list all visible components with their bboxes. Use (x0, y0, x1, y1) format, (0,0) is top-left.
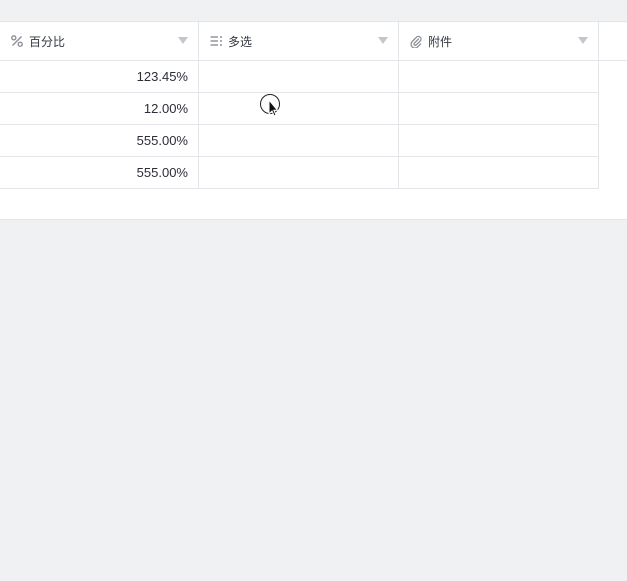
percent-icon (10, 34, 24, 48)
app-canvas: 百分比 多选 附件 123.45% 12.00% 555.00% 555.00% (0, 0, 627, 581)
column-header-multi-select[interactable]: 多选 (199, 22, 399, 60)
attachment-cell[interactable] (399, 157, 598, 188)
attachment-cell[interactable] (399, 93, 598, 124)
column-header-label: 百分比 (29, 34, 66, 49)
attachment-cell[interactable] (399, 125, 598, 156)
attachment-icon (409, 34, 423, 48)
multi-select-cell[interactable] (199, 125, 399, 156)
multi-select-cell[interactable] (199, 61, 399, 92)
table-row[interactable]: 555.00% (0, 157, 599, 189)
column-header-label: 附件 (428, 34, 453, 49)
column-header-label: 多选 (228, 34, 253, 49)
percent-cell[interactable]: 12.00% (0, 93, 199, 124)
multi-select-cell[interactable] (199, 157, 399, 188)
percent-cell[interactable]: 123.45% (0, 61, 199, 92)
column-header-attachment[interactable]: 附件 (399, 22, 599, 60)
multi-select-icon (209, 34, 223, 48)
grid-body: 123.45% 12.00% 555.00% 555.00% (0, 61, 599, 189)
percent-cell[interactable]: 555.00% (0, 125, 199, 156)
table-row[interactable]: 12.00% (0, 93, 599, 125)
table-row[interactable]: 123.45% (0, 61, 599, 93)
column-menu-caret-icon[interactable] (578, 37, 588, 44)
column-header-percent[interactable]: 百分比 (0, 22, 199, 60)
multi-select-cell[interactable] (199, 93, 399, 124)
column-menu-caret-icon[interactable] (178, 37, 188, 44)
table-row[interactable]: 555.00% (0, 125, 599, 157)
data-grid: 百分比 多选 附件 123.45% 12.00% 555.00% 555.00% (0, 21, 627, 220)
attachment-cell[interactable] (399, 61, 598, 92)
percent-cell[interactable]: 555.00% (0, 157, 199, 188)
column-menu-caret-icon[interactable] (378, 37, 388, 44)
grid-header-row: 百分比 多选 附件 (0, 22, 627, 61)
